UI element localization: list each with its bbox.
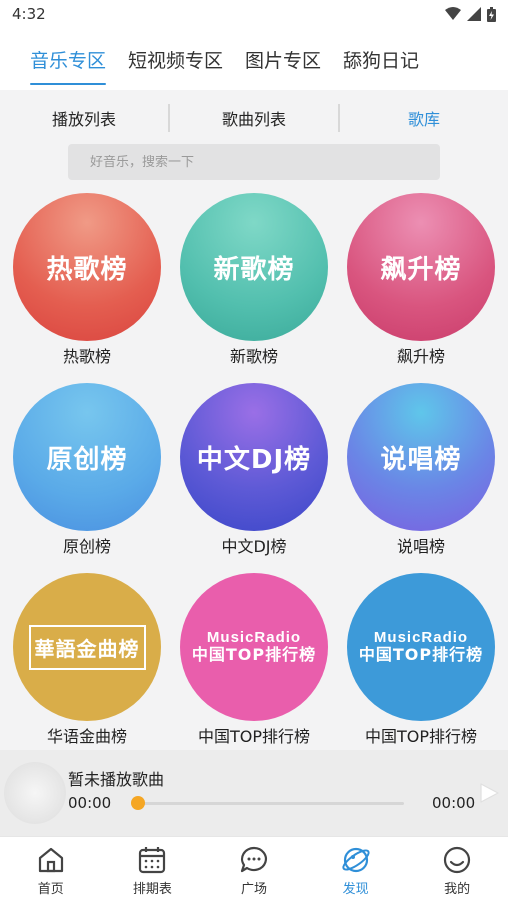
cover-logo: MusicRadio 中国TOP排行榜 bbox=[191, 628, 317, 665]
home-icon bbox=[38, 847, 63, 872]
music-content: 播放列表 歌曲列表 歌库 热歌榜 热歌榜 新歌榜 新歌榜 飙升榜 飙升榜 原创榜… bbox=[0, 90, 508, 750]
cover-text: 中文DJ榜 bbox=[196, 444, 312, 475]
chart-label: 华语金曲榜 bbox=[46, 727, 127, 746]
chart-cover: 说唱榜 bbox=[347, 383, 495, 531]
status-time: 4:32 bbox=[12, 5, 46, 23]
cover-logo-line1: MusicRadio bbox=[206, 628, 302, 646]
nav-label: 排期表 bbox=[132, 881, 172, 897]
nav-mine[interactable]: 我的 bbox=[406, 837, 508, 903]
chat-icon bbox=[240, 846, 267, 872]
nav-square[interactable]: 广场 bbox=[203, 837, 305, 903]
cover-text: 热歌榜 bbox=[46, 254, 128, 285]
progress-bar[interactable] bbox=[136, 802, 404, 805]
tab-music[interactable]: 音乐专区 bbox=[30, 40, 107, 85]
chart-cover: 新歌榜 bbox=[180, 193, 328, 341]
chart-label: 中国TOP排行榜 bbox=[364, 727, 478, 746]
cover-logo: 華語金曲榜 bbox=[28, 624, 146, 670]
chart-label: 热歌榜 bbox=[62, 347, 111, 366]
subtab-playlist[interactable]: 播放列表 bbox=[0, 106, 168, 130]
chart-cover: MusicRadio 中国TOP排行榜 bbox=[180, 573, 328, 721]
battery-icon bbox=[487, 6, 496, 22]
chart-card-hot[interactable]: 热歌榜 热歌榜 bbox=[12, 193, 162, 367]
nav-label: 发现 bbox=[342, 881, 369, 897]
calendar-icon bbox=[139, 846, 166, 873]
progress-knob[interactable] bbox=[131, 796, 145, 810]
total-time: 00:00 bbox=[432, 794, 476, 812]
nav-schedule[interactable]: 排期表 bbox=[102, 837, 204, 903]
search-bar bbox=[68, 144, 440, 180]
current-time: 00:00 bbox=[68, 794, 112, 812]
chart-label: 中国TOP排行榜 bbox=[197, 727, 311, 746]
album-art[interactable] bbox=[4, 762, 66, 824]
nav-label: 首页 bbox=[37, 881, 64, 897]
status-icons bbox=[445, 6, 496, 22]
chart-card-rising[interactable]: 飙升榜 飙升榜 bbox=[346, 193, 496, 367]
cover-logo-line2: 中国TOP排行榜 bbox=[358, 645, 484, 665]
signal-icon bbox=[467, 7, 481, 21]
tab-short-video[interactable]: 短视频专区 bbox=[128, 40, 223, 79]
wifi-icon bbox=[445, 7, 461, 20]
play-icon[interactable] bbox=[478, 782, 500, 804]
cover-logo-line1: MusicRadio bbox=[373, 628, 469, 646]
sub-tabs: 播放列表 歌曲列表 歌库 bbox=[0, 90, 508, 146]
cover-logo: MusicRadio 中国TOP排行榜 bbox=[358, 628, 484, 665]
nav-home[interactable]: 首页 bbox=[0, 837, 102, 903]
chart-label: 原创榜 bbox=[62, 537, 111, 556]
nav-label: 我的 bbox=[444, 881, 471, 897]
nav-discover[interactable]: 发现 bbox=[305, 837, 407, 903]
nav-label: 广场 bbox=[240, 881, 267, 897]
smile-icon bbox=[444, 846, 471, 873]
chart-label: 说唱榜 bbox=[396, 537, 445, 556]
subtab-song-list[interactable]: 歌曲列表 bbox=[170, 106, 338, 130]
chart-card-top-pink[interactable]: MusicRadio 中国TOP排行榜 中国TOP排行榜 bbox=[179, 573, 329, 747]
chart-cover: 中文DJ榜 bbox=[180, 383, 328, 531]
chart-cover: 華語金曲榜 bbox=[13, 573, 161, 721]
bottom-nav: 首页 排期表 广场 发现 我的 bbox=[0, 836, 508, 903]
tab-images[interactable]: 图片专区 bbox=[245, 40, 321, 79]
chart-label: 中文DJ榜 bbox=[221, 537, 287, 556]
chart-label: 新歌榜 bbox=[229, 347, 278, 366]
chart-card-dj[interactable]: 中文DJ榜 中文DJ榜 bbox=[179, 383, 329, 557]
chart-card-top-blue[interactable]: MusicRadio 中国TOP排行榜 中国TOP排行榜 bbox=[346, 573, 496, 747]
chart-card-new[interactable]: 新歌榜 新歌榜 bbox=[179, 193, 329, 367]
mini-player: 暂未播放歌曲 00:00 00:00 bbox=[0, 750, 508, 836]
planet-icon bbox=[341, 847, 370, 872]
chart-card-original[interactable]: 原创榜 原创榜 bbox=[12, 383, 162, 557]
chart-cover: MusicRadio 中国TOP排行榜 bbox=[347, 573, 495, 721]
cover-text: 说唱榜 bbox=[380, 444, 462, 475]
cover-logo-line2: 中国TOP排行榜 bbox=[191, 645, 317, 665]
chart-cover: 原创榜 bbox=[13, 383, 161, 531]
status-bar: 4:32 bbox=[0, 0, 508, 28]
chart-cover: 热歌榜 bbox=[13, 193, 161, 341]
chart-card-rap[interactable]: 说唱榜 说唱榜 bbox=[346, 383, 496, 557]
chart-cover: 飙升榜 bbox=[347, 193, 495, 341]
subtab-library[interactable]: 歌库 bbox=[340, 106, 508, 130]
cover-text: 原创榜 bbox=[46, 444, 128, 475]
search-input[interactable] bbox=[90, 154, 440, 170]
player-title: 暂未播放歌曲 bbox=[68, 770, 165, 789]
top-tabs: 音乐专区 短视频专区 图片专区 舔狗日记 bbox=[0, 28, 508, 90]
cover-text: 新歌榜 bbox=[213, 254, 295, 285]
cover-text: 飙升榜 bbox=[380, 254, 462, 285]
chart-label: 飙升榜 bbox=[396, 347, 445, 366]
chart-card-chinese-hits[interactable]: 華語金曲榜 华语金曲榜 bbox=[12, 573, 162, 747]
tab-diary[interactable]: 舔狗日记 bbox=[343, 40, 419, 79]
